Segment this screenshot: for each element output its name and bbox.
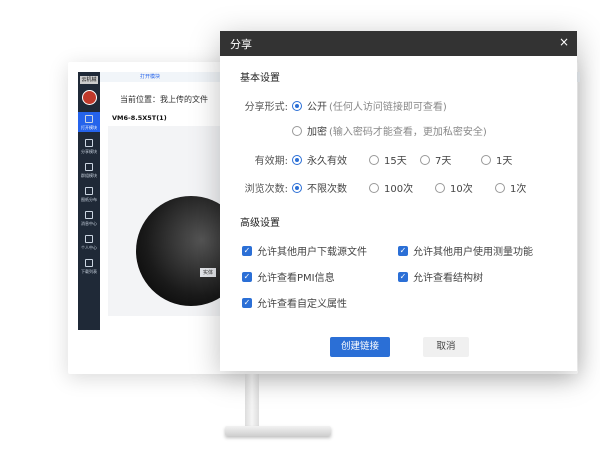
sidebar-item-group[interactable]: 群组模块 xyxy=(78,160,100,180)
radio-permanent[interactable] xyxy=(292,154,302,165)
avatar[interactable] xyxy=(82,90,97,105)
share-icon xyxy=(85,139,93,147)
file-icon xyxy=(85,115,93,123)
validity-permanent-option[interactable]: 永久有效 xyxy=(292,152,347,167)
radio-15d[interactable] xyxy=(369,154,379,165)
check-icon[interactable]: ✓ xyxy=(398,271,408,282)
share-form-label: 分享形式: xyxy=(244,102,288,113)
option-label: 10次 xyxy=(450,184,473,195)
validity-7d-option[interactable]: 7天 xyxy=(420,152,451,167)
option-label: 不限次数 xyxy=(307,184,347,195)
sidebar-item-label: 消息中心 xyxy=(81,221,97,226)
sidebar-item-label: 个人中心 xyxy=(81,245,97,250)
option-label: 允许查看PMI信息 xyxy=(257,273,335,284)
sidebar-item-share[interactable]: 分享模块 xyxy=(78,136,100,156)
option-label: 100次 xyxy=(384,184,414,195)
view-count-label: 浏览次数: xyxy=(244,184,288,195)
file-name: VM6-8.5X5T(1) xyxy=(112,114,167,122)
model-label: 实体 xyxy=(200,268,217,277)
validity-label: 有效期: xyxy=(254,156,288,167)
radio-public[interactable] xyxy=(292,100,302,111)
drawing-icon xyxy=(85,187,93,195)
sidebar-item-downloads[interactable]: 下载列表 xyxy=(78,256,100,276)
share-dialog: 分享 × 基本设置 分享形式: 公开 (任何人访问链接即可查看) 加密 (输入密… xyxy=(220,31,577,371)
option-label: 1天 xyxy=(496,156,513,167)
app-logo: 云机械 xyxy=(80,76,98,84)
validity-1d-option[interactable]: 1天 xyxy=(481,152,512,167)
perm-structure-tree[interactable]: ✓ 允许查看结构树 xyxy=(398,269,483,284)
radio-100[interactable] xyxy=(369,182,379,193)
perm-download-source[interactable]: ✓ 允许其他用户下载源文件 xyxy=(242,243,367,258)
option-label: 永久有效 xyxy=(307,156,347,167)
check-icon[interactable]: ✓ xyxy=(398,245,408,256)
app-sidebar: 云机械 打开模块 分享模块 群组模块 图纸分布 消息中心 个人中心 下载列表 xyxy=(78,72,100,330)
share-encrypted-option[interactable]: 加密 (输入密码才能查看，更加私密安全) xyxy=(292,123,487,138)
views-unlimited-option[interactable]: 不限次数 xyxy=(292,180,347,195)
message-icon xyxy=(85,211,93,219)
option-label: 允许其他用户下载源文件 xyxy=(257,247,367,258)
cancel-button[interactable]: 取消 xyxy=(423,337,469,357)
option-label: 允许查看自定义属性 xyxy=(257,299,347,310)
app-tab[interactable]: 打开模块 xyxy=(140,73,160,80)
radio-encrypted[interactable] xyxy=(292,125,302,136)
sidebar-item-label: 下载列表 xyxy=(81,269,97,274)
check-icon[interactable]: ✓ xyxy=(242,297,252,308)
radio-unlimited[interactable] xyxy=(292,182,302,193)
option-label: 1次 xyxy=(510,184,527,195)
radio-1d[interactable] xyxy=(481,154,491,165)
option-label: 允许查看结构树 xyxy=(413,273,483,284)
monitor-stand-base xyxy=(225,426,331,436)
option-label: 加密 xyxy=(307,127,327,138)
basic-settings-title: 基本设置 xyxy=(240,73,280,84)
views-10-option[interactable]: 10次 xyxy=(435,180,473,195)
radio-10[interactable] xyxy=(435,182,445,193)
radio-1[interactable] xyxy=(495,182,505,193)
sidebar-item-profile[interactable]: 个人中心 xyxy=(78,232,100,252)
check-icon[interactable]: ✓ xyxy=(242,271,252,282)
perm-custom-attributes[interactable]: ✓ 允许查看自定义属性 xyxy=(242,295,347,310)
views-1-option[interactable]: 1次 xyxy=(495,180,526,195)
radio-7d[interactable] xyxy=(420,154,430,165)
sidebar-item-open[interactable]: 打开模块 xyxy=(78,112,100,132)
group-icon xyxy=(85,163,93,171)
perm-pmi[interactable]: ✓ 允许查看PMI信息 xyxy=(242,269,335,284)
sidebar-item-drawings[interactable]: 图纸分布 xyxy=(78,184,100,204)
sidebar-item-label: 图纸分布 xyxy=(81,197,97,202)
option-label: 公开 xyxy=(307,102,327,113)
option-label: 7天 xyxy=(435,156,452,167)
user-icon xyxy=(85,235,93,243)
dialog-title: 分享 xyxy=(230,38,252,51)
option-note: (任何人访问链接即可查看) xyxy=(329,102,447,113)
download-icon xyxy=(85,259,93,267)
advanced-settings-title: 高级设置 xyxy=(240,218,280,229)
create-link-button[interactable]: 创建链接 xyxy=(330,337,390,357)
validity-15d-option[interactable]: 15天 xyxy=(369,152,407,167)
perm-measure[interactable]: ✓ 允许其他用户使用测量功能 xyxy=(398,243,533,258)
sidebar-item-label: 分享模块 xyxy=(81,149,97,154)
sidebar-item-label: 群组模块 xyxy=(81,173,97,178)
option-note: (输入密码才能查看，更加私密安全) xyxy=(329,127,487,138)
sidebar-item-label: 打开模块 xyxy=(81,125,97,130)
sidebar-item-messages[interactable]: 消息中心 xyxy=(78,208,100,228)
share-public-option[interactable]: 公开 (任何人访问链接即可查看) xyxy=(292,98,447,113)
dialog-header: 分享 × xyxy=(220,31,577,56)
close-icon[interactable]: × xyxy=(559,35,569,49)
check-icon[interactable]: ✓ xyxy=(242,245,252,256)
breadcrumb: 当前位置：我上传的文件 xyxy=(120,95,208,104)
option-label: 允许其他用户使用测量功能 xyxy=(413,247,533,258)
views-100-option[interactable]: 100次 xyxy=(369,180,413,195)
option-label: 15天 xyxy=(384,156,407,167)
monitor-stand xyxy=(245,374,259,428)
